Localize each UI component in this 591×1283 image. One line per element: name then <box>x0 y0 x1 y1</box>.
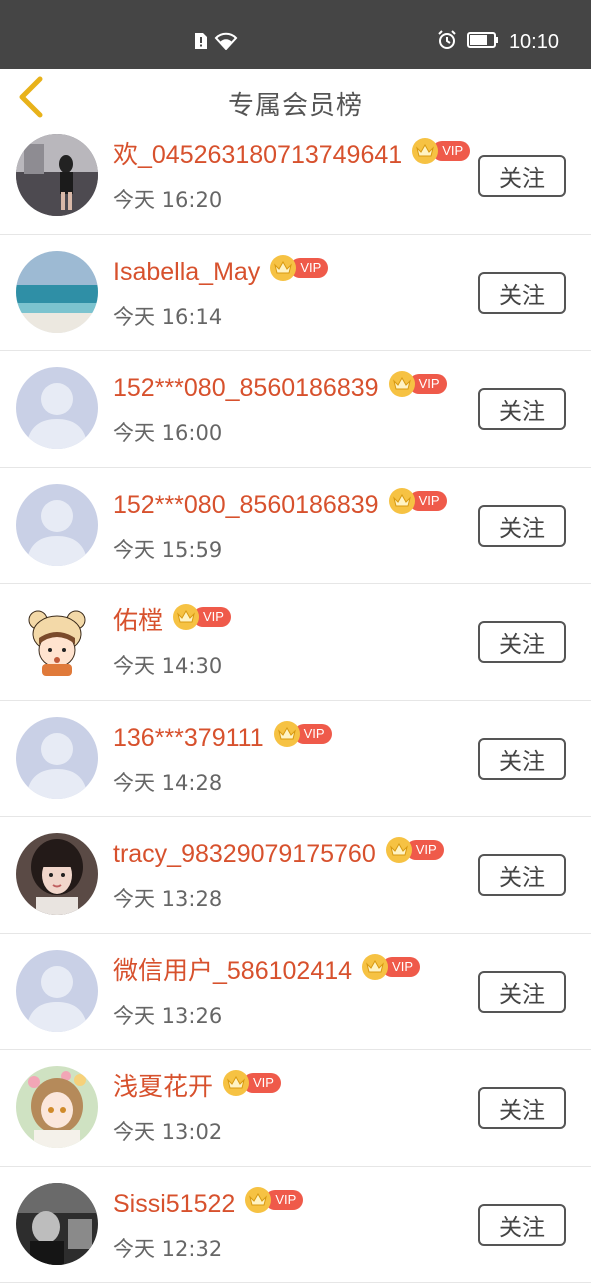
member-time: 今天 14:30 <box>113 650 222 680</box>
member-name[interactable]: Sissi51522 <box>113 1187 235 1221</box>
vip-badge: VIP <box>173 606 231 628</box>
follow-button[interactable]: 关注 <box>478 505 566 547</box>
status-time: 10:10 <box>509 31 559 54</box>
wifi-icon <box>214 32 238 54</box>
follow-button[interactable]: 关注 <box>478 971 566 1013</box>
name-line: 微信用户_586102414 VIP <box>113 954 420 988</box>
crown-icon <box>389 371 415 397</box>
member-row[interactable]: 浅夏花开 VIP 今天 13:02 关注 <box>0 1050 591 1167</box>
member-name[interactable]: 佑樘 <box>113 604 163 638</box>
member-name[interactable]: tracy_98329079175760 <box>113 837 376 871</box>
member-name[interactable]: 欢_045263180713749641 <box>113 138 402 172</box>
follow-button[interactable]: 关注 <box>478 854 566 896</box>
vip-badge: VIP <box>412 140 470 162</box>
page-title: 专属会员榜 <box>0 85 591 122</box>
name-line: 佑樘 VIP <box>113 604 231 638</box>
member-time: 今天 16:00 <box>113 417 222 447</box>
member-time: 今天 15:59 <box>113 534 222 564</box>
name-line: 152***080_8560186839 VIP <box>113 488 447 522</box>
avatar[interactable] <box>16 950 98 1032</box>
name-line: Sissi51522 VIP <box>113 1187 303 1221</box>
crown-icon <box>274 721 300 747</box>
avatar[interactable] <box>16 833 98 915</box>
name-line: Isabella_May VIP <box>113 255 328 289</box>
member-name[interactable]: 152***080_8560186839 <box>113 488 379 522</box>
avatar[interactable] <box>16 484 98 566</box>
status-bar: 10:10 <box>0 0 591 69</box>
crown-icon <box>362 954 388 980</box>
crown-icon <box>412 138 438 164</box>
vip-badge: VIP <box>270 257 328 279</box>
follow-button[interactable]: 关注 <box>478 1087 566 1129</box>
member-row[interactable]: 152***080_8560186839 VIP 今天 16:00 关注 <box>0 351 591 468</box>
vip-badge: VIP <box>389 373 447 395</box>
vip-badge: VIP <box>362 956 420 978</box>
follow-button[interactable]: 关注 <box>478 1204 566 1246</box>
member-time: 今天 16:20 <box>113 184 222 214</box>
vip-badge: VIP <box>223 1072 281 1094</box>
battery-icon <box>467 31 499 53</box>
avatar[interactable] <box>16 251 98 333</box>
member-row[interactable]: 微信用户_586102414 VIP 今天 13:26 关注 <box>0 934 591 1051</box>
member-row[interactable]: Isabella_May VIP 今天 16:14 关注 <box>0 235 591 352</box>
follow-button[interactable]: 关注 <box>478 272 566 314</box>
member-time: 今天 16:14 <box>113 301 222 331</box>
name-line: 浅夏花开 VIP <box>113 1070 281 1104</box>
follow-button[interactable]: 关注 <box>478 155 566 197</box>
member-name[interactable]: Isabella_May <box>113 255 260 289</box>
member-row[interactable]: 欢_045263180713749641 VIP 今天 16:20 关注 <box>0 118 591 235</box>
name-line: 152***080_8560186839 VIP <box>113 371 447 405</box>
member-row[interactable]: tracy_98329079175760 VIP 今天 13:28 关注 <box>0 817 591 934</box>
member-time: 今天 12:32 <box>113 1233 222 1263</box>
member-time: 今天 14:28 <box>113 767 222 797</box>
follow-button[interactable]: 关注 <box>478 388 566 430</box>
alarm-icon <box>437 30 457 54</box>
follow-button[interactable]: 关注 <box>478 738 566 780</box>
member-row[interactable]: 136***379111 VIP 今天 14:28 关注 <box>0 701 591 818</box>
member-name[interactable]: 136***379111 <box>113 721 264 755</box>
member-time: 今天 13:26 <box>113 1000 222 1030</box>
status-center-icons <box>194 32 238 54</box>
name-line: 136***379111 VIP <box>113 721 332 755</box>
status-right-icons: 10:10 <box>437 30 559 54</box>
name-line: tracy_98329079175760 VIP <box>113 837 444 871</box>
avatar[interactable] <box>16 717 98 799</box>
avatar[interactable] <box>16 367 98 449</box>
vip-badge: VIP <box>274 723 332 745</box>
member-time: 今天 13:02 <box>113 1116 222 1146</box>
avatar[interactable] <box>16 1183 98 1265</box>
member-row[interactable]: 佑樘 VIP 今天 14:30 关注 <box>0 584 591 701</box>
crown-icon <box>389 488 415 514</box>
vip-badge: VIP <box>386 839 444 861</box>
member-list: 欢_045263180713749641 VIP 今天 16:20 关注 Isa… <box>0 118 591 1283</box>
member-row[interactable]: 152***080_8560186839 VIP 今天 15:59 关注 <box>0 468 591 585</box>
member-name[interactable]: 微信用户_586102414 <box>113 954 352 988</box>
vip-badge: VIP <box>389 490 447 512</box>
crown-icon <box>245 1187 271 1213</box>
crown-icon <box>386 837 412 863</box>
avatar[interactable] <box>16 134 98 216</box>
member-name[interactable]: 浅夏花开 <box>113 1070 213 1104</box>
member-time: 今天 13:28 <box>113 883 222 913</box>
sim-alert-icon <box>194 32 208 54</box>
avatar[interactable] <box>16 600 98 682</box>
follow-button[interactable]: 关注 <box>478 621 566 663</box>
avatar[interactable] <box>16 1066 98 1148</box>
crown-icon <box>270 255 296 281</box>
member-name[interactable]: 152***080_8560186839 <box>113 371 379 405</box>
name-line: 欢_045263180713749641 VIP <box>113 138 470 172</box>
crown-icon <box>223 1070 249 1096</box>
member-row[interactable]: Sissi51522 VIP 今天 12:32 关注 <box>0 1167 591 1283</box>
crown-icon <box>173 604 199 630</box>
vip-badge: VIP <box>245 1189 303 1211</box>
